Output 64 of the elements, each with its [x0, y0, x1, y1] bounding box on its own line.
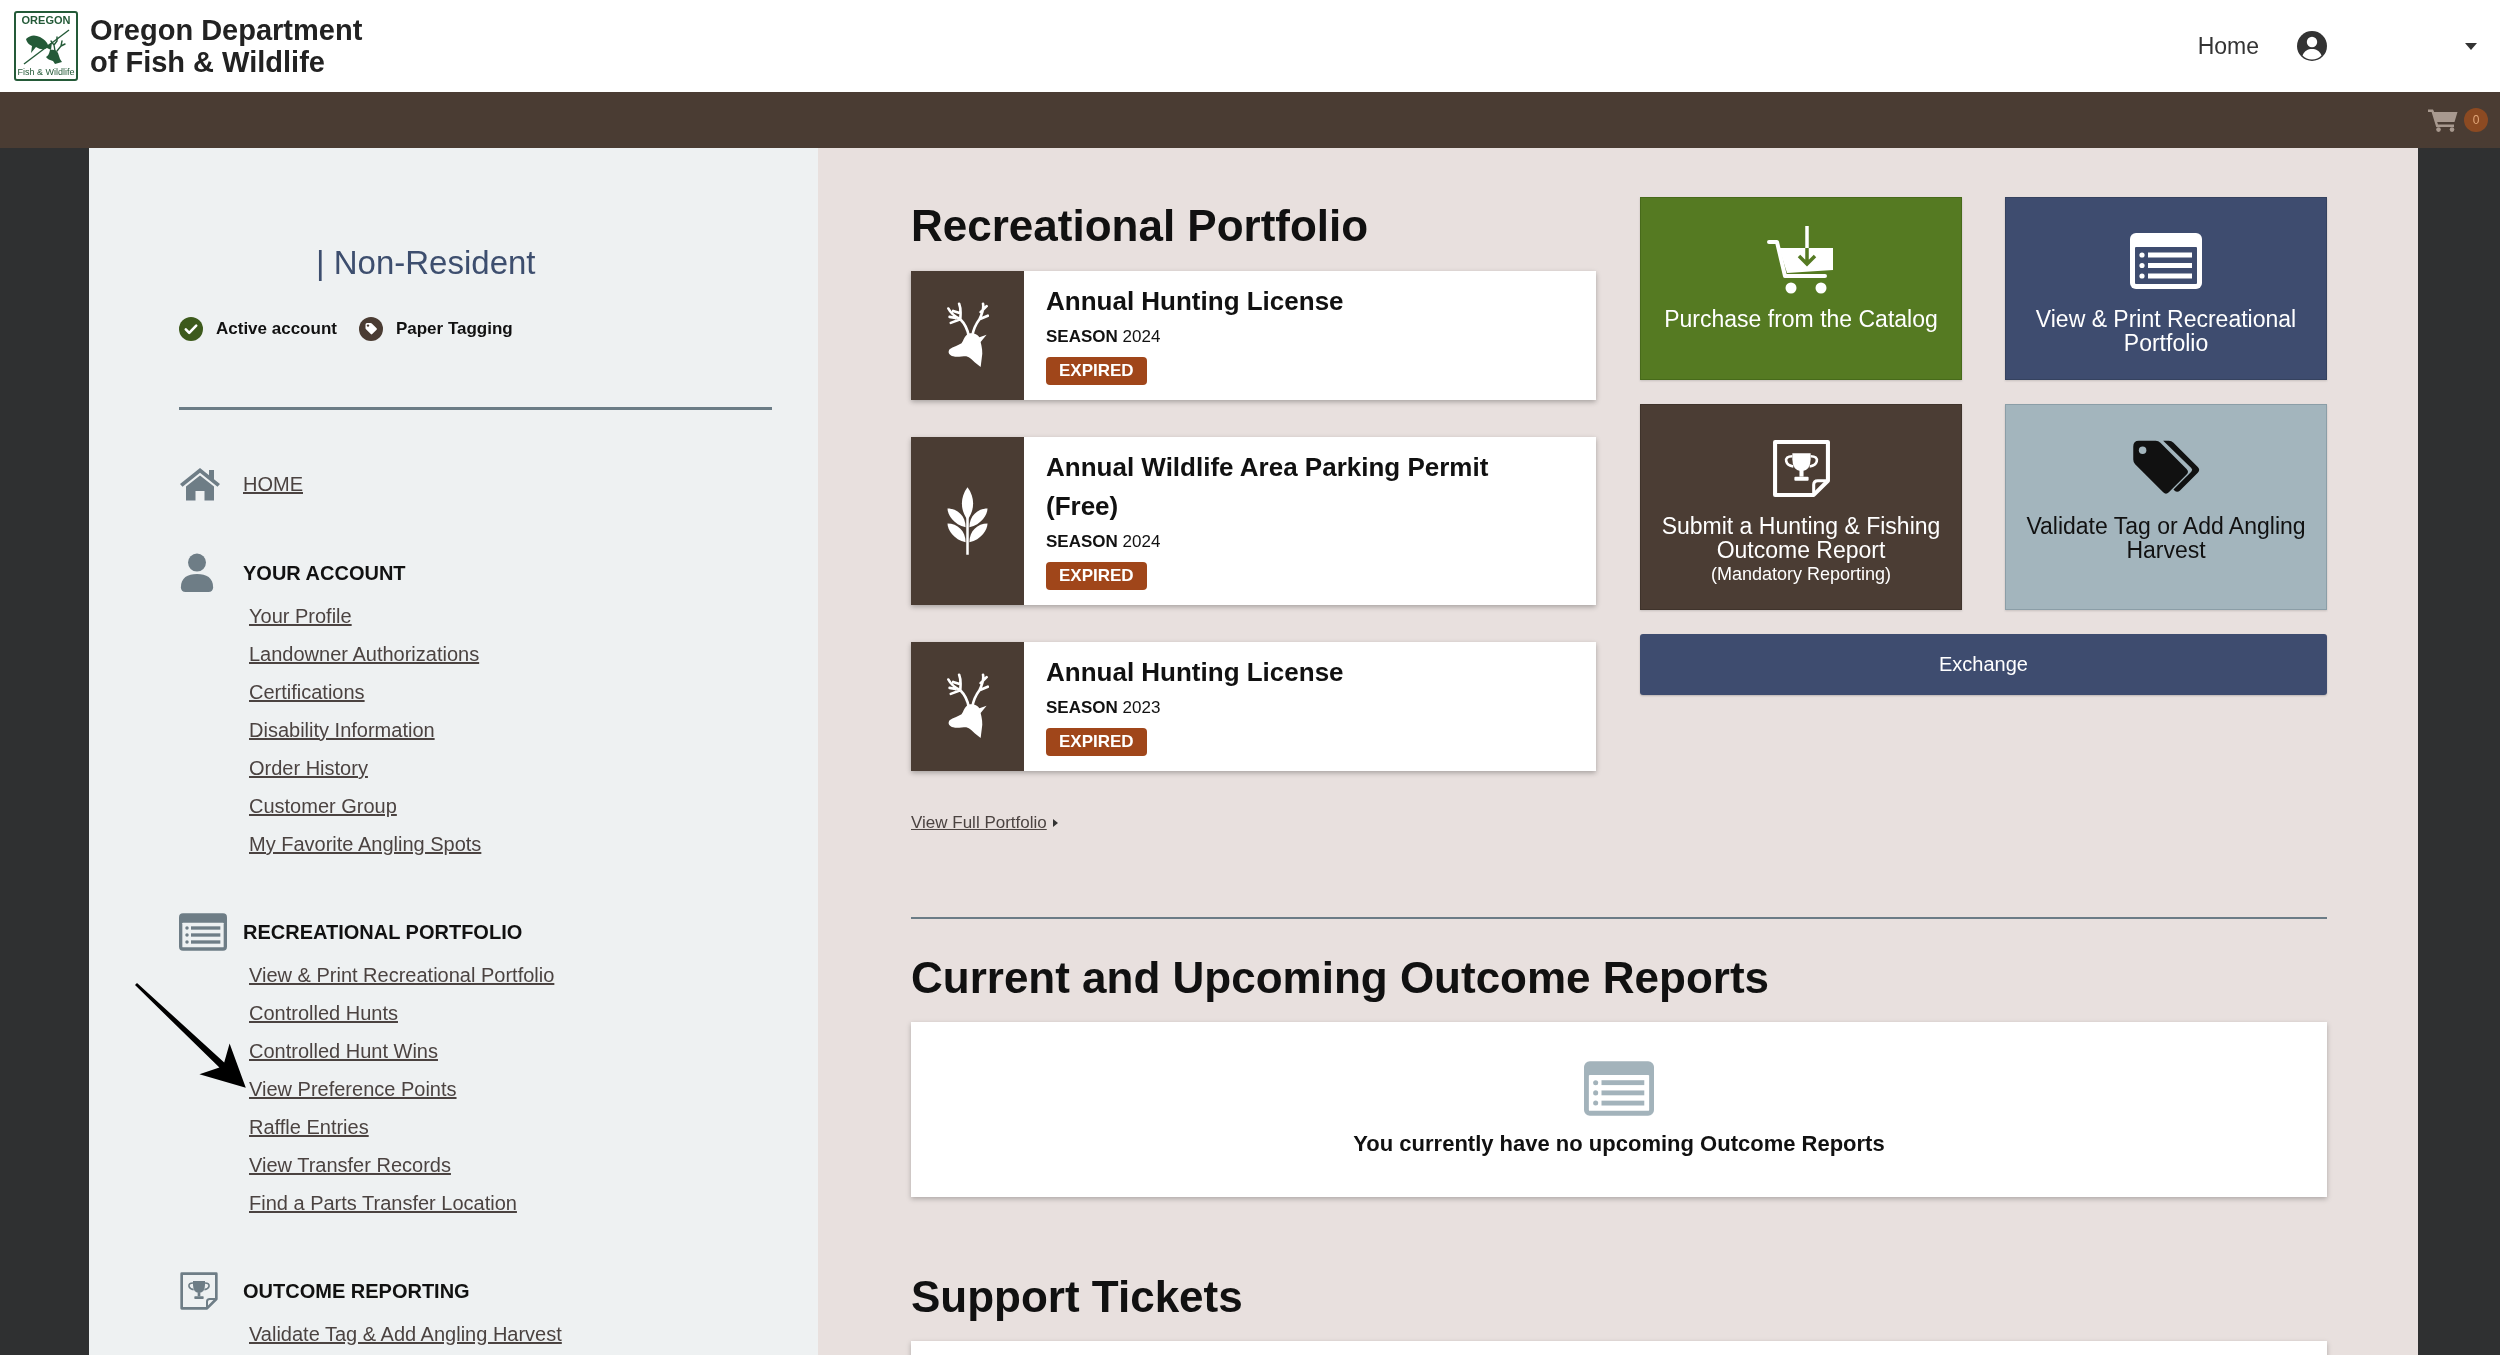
card-title: Annual Hunting License: [1046, 656, 1345, 689]
view-full-portfolio-link[interactable]: View Full Portfolio: [911, 811, 1047, 835]
list-icon: [2130, 233, 2202, 289]
sidebar-link[interactable]: Find a Parts Transfer Location: [249, 1192, 517, 1214]
status-label: Paper Tagging: [395, 318, 513, 340]
logo-text: Fish & Wildlife: [17, 67, 75, 78]
status-label: Active account: [216, 318, 337, 340]
card-title: Annual Wildlife Area Parking Permit (Free): [1046, 451, 1490, 523]
cart-download-icon: [1767, 226, 1835, 296]
status-badge: EXPIRED: [1046, 728, 1147, 756]
sidebar-link[interactable]: View & Print Recreational Portfolio: [249, 964, 555, 986]
section-title: Recreational Portfolio: [911, 200, 1370, 252]
sidebar-link[interactable]: Validate Tag & Add Angling Harvest: [249, 1323, 562, 1345]
leaf-icon: [946, 486, 989, 556]
sidebar-link[interactable]: My Favorite Angling Spots: [249, 833, 482, 855]
sidebar-link[interactable]: Your Profile: [249, 605, 352, 627]
list-icon: [179, 913, 227, 951]
exchange-button[interactable]: Exchange: [1640, 634, 2327, 695]
cart-count-badge: 0: [2464, 108, 2488, 132]
sidebar-link[interactable]: Order History: [249, 757, 368, 779]
logo-text: OREGON: [21, 14, 71, 26]
list-icon: [1584, 1061, 1654, 1116]
sidebar-link[interactable]: Disability Information: [249, 719, 435, 741]
check-circle-icon: [179, 317, 203, 341]
action-tile[interactable]: Purchase from the Catalog: [1640, 197, 1962, 380]
home-link[interactable]: HOME: [243, 472, 303, 496]
caret-right-icon: [1052, 819, 1058, 827]
trophy-document-icon: [1770, 437, 1832, 499]
agency-logo[interactable]: OREGON Fish & Wildlife: [14, 11, 78, 81]
season-text: SEASON 2024: [1046, 326, 1162, 348]
section-heading: OUTCOME REPORTING: [243, 1279, 470, 1303]
section-heading: YOUR ACCOUNT: [243, 561, 406, 585]
site-title: Oregon Department of Fish & Wildlife: [90, 14, 364, 78]
sidebar-link[interactable]: Certifications: [249, 681, 365, 703]
sidebar-link[interactable]: Controlled Hunts: [249, 1002, 398, 1024]
sidebar-link[interactable]: View Preference Points: [249, 1078, 457, 1100]
card-title: Annual Hunting License: [1046, 285, 1345, 318]
section-title: Current and Upcoming Outcome Reports: [911, 952, 1771, 1004]
cart-icon[interactable]: [2428, 108, 2458, 132]
sidebar-link[interactable]: View Transfer Records: [249, 1154, 451, 1176]
sidebar-link[interactable]: Raffle Entries: [249, 1116, 369, 1138]
season-text: SEASON 2024: [1046, 531, 1162, 553]
season-text: SEASON 2023: [1046, 697, 1162, 719]
person-icon: [179, 553, 215, 593]
tags-icon: [2131, 439, 2201, 497]
sidebar-link[interactable]: Customer Group: [249, 795, 397, 817]
sidebar-link[interactable]: Controlled Hunt Wins: [249, 1040, 438, 1062]
section-heading: RECREATIONAL PORTFOLIO: [243, 920, 523, 944]
sidebar-link[interactable]: Landowner Authorizations: [249, 643, 480, 665]
status-badge: EXPIRED: [1046, 562, 1147, 590]
home-nav-link[interactable]: Home: [2197, 32, 2259, 60]
residency-label: | Non-Resident: [315, 243, 537, 283]
action-tile[interactable]: Validate Tag or Add Angling Harvest: [2005, 404, 2327, 610]
action-tile[interactable]: View & Print Recreational Portfolio: [2005, 197, 2327, 380]
trophy-document-icon: [179, 1271, 219, 1311]
user-account-icon[interactable]: [2297, 31, 2327, 61]
caret-down-icon[interactable]: [2465, 42, 2477, 50]
tag-circle-icon: [358, 317, 383, 341]
empty-message: You currently have no upcoming Outcome Reports: [1353, 1131, 1885, 1157]
status-badge: EXPIRED: [1046, 357, 1147, 385]
fish-deer-emblem-icon: [22, 28, 70, 65]
section-title: Support Tickets: [911, 1271, 1244, 1323]
action-tile[interactable]: Submit a Hunting & Fishing Outcome Report (Mandatory Reporting): [1640, 404, 1962, 610]
house-icon[interactable]: [179, 467, 221, 501]
